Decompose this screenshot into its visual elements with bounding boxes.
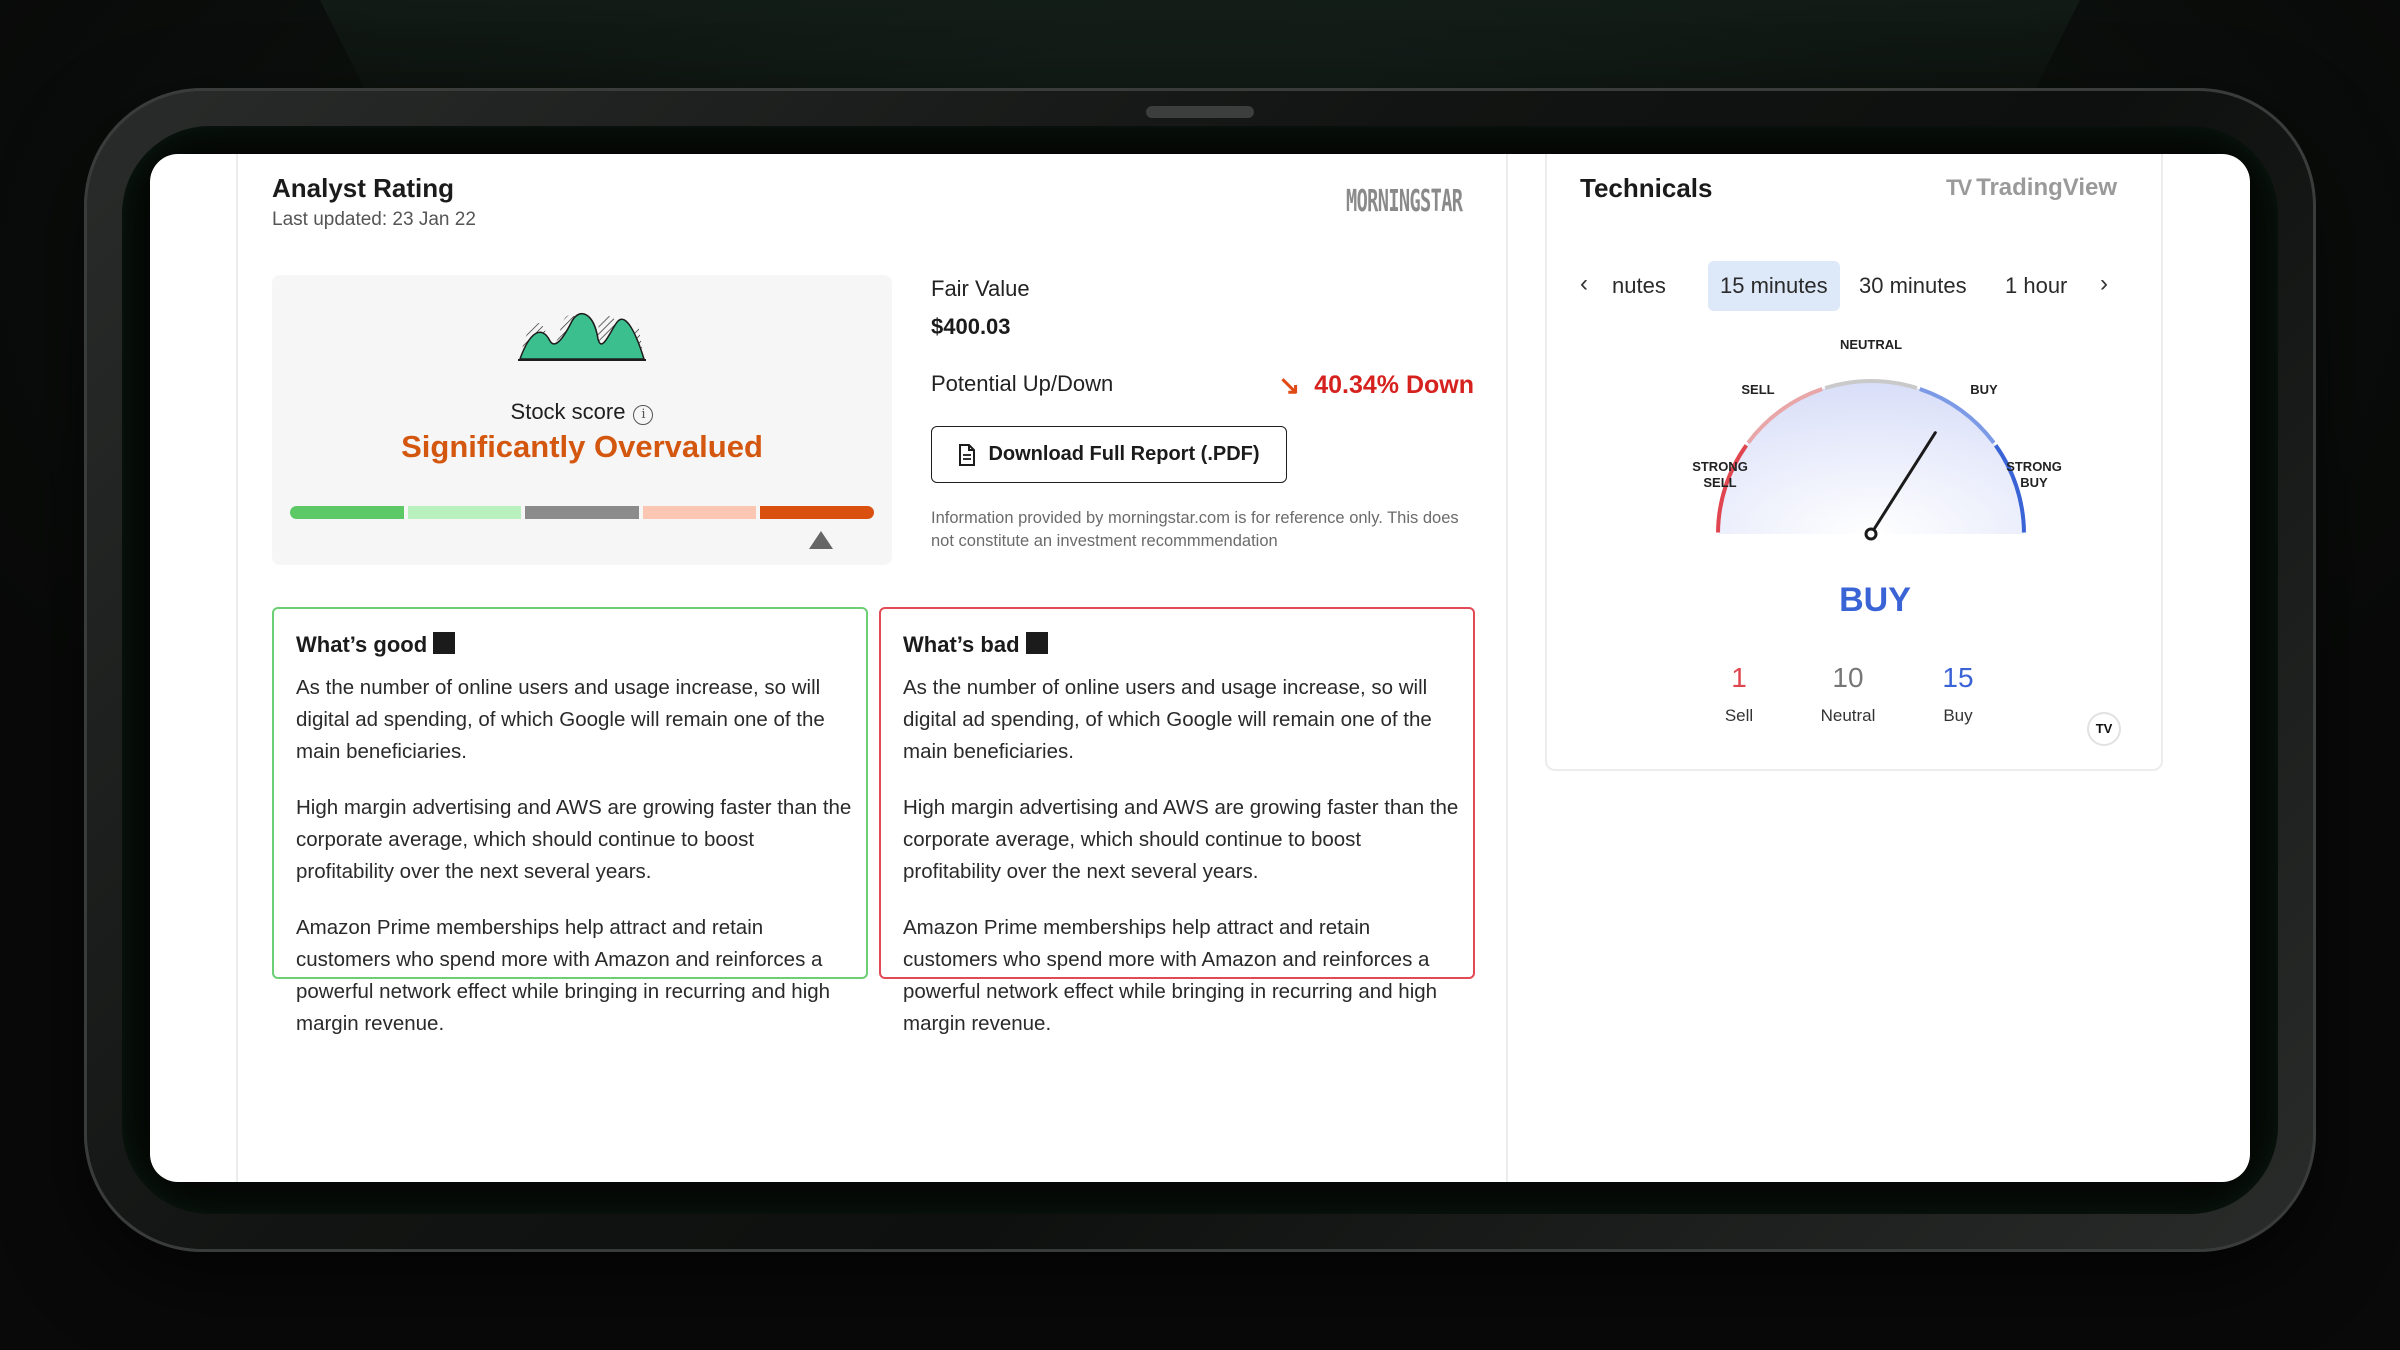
technicals-title: Technicals: [1580, 173, 1713, 203]
valuation-scale-segment: [407, 506, 522, 519]
whats-good-title-text: What’s good: [296, 632, 428, 657]
document-icon: [959, 443, 976, 466]
download-report-label: Download Full Report (.PDF): [988, 443, 1260, 465]
stock-score-label-text: Stock score: [510, 399, 626, 424]
tradingview-logo-text: TradingView: [1976, 174, 2118, 201]
tradingview-mark-icon: TV: [1946, 175, 1972, 200]
bad-point: Amazon Prime memberships help attract an…: [903, 916, 1438, 1035]
valuation-scale-segment: [290, 506, 404, 519]
bad-point: As the number of online users and usage …: [903, 676, 1432, 763]
timeframe-tabs: ‹ nutes 15 minutes 30 minutes 1 hour ›: [1580, 261, 2250, 311]
arrow-down-right-icon: ↘: [1278, 370, 1301, 400]
square-icon: [1025, 632, 1048, 654]
sell-count-label: Sell: [1724, 706, 1754, 725]
valuation-scale-segment: [525, 506, 639, 519]
tablet-camera-bar: [1146, 106, 1254, 118]
divider-middle: [1506, 154, 1508, 1182]
gauge-label-neutral: NEUTRAL: [1840, 337, 1902, 352]
potential-value: ↘ 40.34% Down: [1278, 370, 1474, 401]
gauge-fill: [1718, 381, 2024, 534]
neutral-count: 10: [1832, 662, 1864, 693]
whats-bad-card: What’s bad As the number of online users…: [879, 607, 1475, 1035]
potential-value-text: 40.34% Down: [1314, 371, 1474, 399]
gauge-label-sell: SELL: [1741, 382, 1774, 397]
technicals-gauge: NEUTRAL SELL BUY STRONG SELL STRONG BUY: [1692, 337, 2062, 541]
square-icon: [433, 632, 456, 654]
whats-bad-title-text: What’s bad: [903, 632, 1020, 657]
good-point: As the number of online users and usage …: [296, 676, 825, 763]
potential-label: Potential Up/Down: [931, 371, 1114, 396]
good-point: Amazon Prime memberships help attract an…: [296, 916, 831, 1035]
download-report-button[interactable]: Download Full Report (.PDF): [931, 426, 1287, 483]
stock-score-illustration-icon: [518, 312, 646, 361]
buy-count-label: Buy: [1943, 706, 1973, 725]
tab-timeframe[interactable]: 30 minutes: [1847, 261, 1979, 311]
stock-score-label: Stock score i: [272, 399, 892, 425]
valuation-marker-icon: [809, 531, 833, 549]
disclaimer-text: Information provided by morningstar.com …: [931, 509, 1459, 550]
valuation-scale-segment: [760, 506, 874, 519]
last-updated-text: Last updated: 23 Jan 22: [272, 209, 476, 230]
chevron-left-icon[interactable]: ‹: [1580, 270, 1588, 298]
info-icon[interactable]: i: [633, 405, 654, 425]
sell-count: 1: [1731, 662, 1747, 693]
chevron-right-icon[interactable]: ›: [2100, 270, 2108, 298]
stock-score-value: Significantly Overvalued: [401, 429, 763, 464]
screen: Analyst Rating Last updated: 23 Jan 22 M…: [150, 154, 2250, 1182]
gauge-needle-pivot: [1864, 527, 1878, 541]
analyst-rating-title: Analyst Rating: [272, 173, 455, 203]
bad-point: High margin advertising and AWS are grow…: [903, 796, 1459, 883]
gauge-label-buy: BUY: [1970, 382, 1998, 397]
tab-timeframe-active[interactable]: 15 minutes: [1708, 261, 1840, 311]
stock-score-card: Stock score i Significantly Overvalued: [272, 275, 892, 565]
whats-good-card: What’s good As the number of online user…: [272, 607, 868, 1035]
divider-left: [236, 154, 238, 1182]
valuation-scale-segment: [642, 506, 757, 519]
tab-timeframe[interactable]: nutes: [1600, 261, 1678, 311]
whats-good-title: What’s good: [296, 632, 456, 658]
whats-bad-title: What’s bad: [903, 632, 1048, 658]
neutral-count-label: Neutral: [1820, 706, 1876, 725]
technical-verdict: BUY: [1839, 581, 1911, 619]
buy-count: 15: [1942, 662, 1974, 693]
tradingview-logo: TV TradingView: [1946, 174, 2117, 202]
fair-value-label: Fair Value: [931, 276, 1030, 301]
tradingview-badge-icon[interactable]: TV: [2087, 712, 2121, 746]
tab-timeframe[interactable]: 1 hour: [1993, 261, 2079, 311]
morningstar-logo: MORNINGSTAR: [1346, 184, 1463, 219]
fair-value: $400.03: [931, 314, 1011, 339]
good-point: High margin advertising and AWS are grow…: [296, 796, 852, 883]
